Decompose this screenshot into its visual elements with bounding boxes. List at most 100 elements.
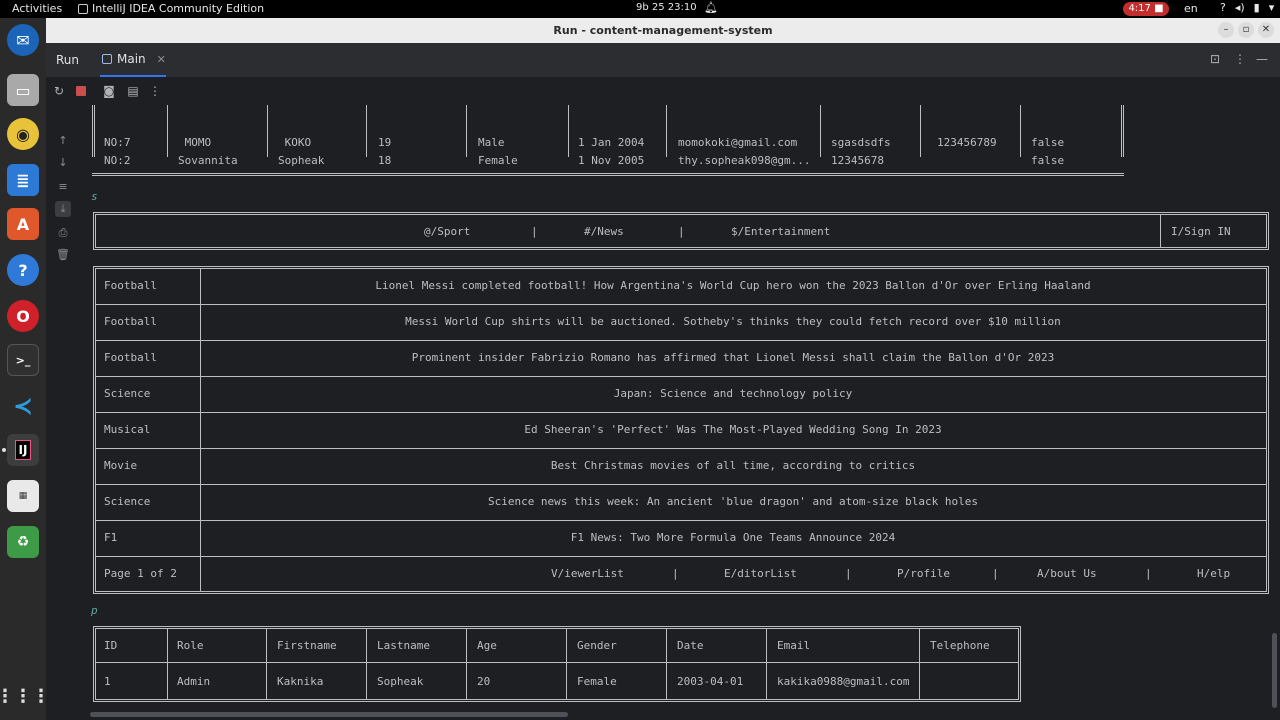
close-icon[interactable]: ✕ xyxy=(1258,22,1274,38)
cell-email: thy.sopheak098@gm... xyxy=(678,154,811,167)
table-border xyxy=(266,629,267,699)
help-icon[interactable]: ? xyxy=(7,254,39,286)
network-icon: ? xyxy=(1220,1,1226,14)
cell-email: momokoki@gmail.com xyxy=(678,136,798,149)
table-border xyxy=(92,105,93,157)
thunderbird-icon[interactable]: ✉ xyxy=(7,24,39,56)
table-border xyxy=(919,629,920,699)
table-border xyxy=(920,105,921,157)
vertical-scrollbar[interactable] xyxy=(1272,633,1277,708)
table-border xyxy=(92,175,1124,176)
news-category: F1 xyxy=(104,531,118,544)
tab-close-icon[interactable]: ✕ xyxy=(157,53,166,66)
table-border xyxy=(94,105,95,157)
menu-help: H/elp xyxy=(1197,567,1231,580)
input-language-indicator[interactable]: en xyxy=(1184,2,1198,15)
opera-icon[interactable]: O xyxy=(7,300,39,332)
news-category: Musical xyxy=(104,423,151,436)
column-header: ID xyxy=(104,639,118,652)
column-header: Email xyxy=(777,639,811,652)
clear-console-icon[interactable]: 🗑︎ xyxy=(55,247,71,263)
cell-lastname: Sopheak xyxy=(377,675,424,688)
column-header: Age xyxy=(477,639,497,652)
table-border xyxy=(167,629,168,699)
minimize-icon[interactable]: – xyxy=(1218,22,1234,38)
soft-wrap-icon[interactable]: ≡ xyxy=(55,179,71,195)
news-category: Football xyxy=(104,351,157,364)
horizontal-scrollbar[interactable] xyxy=(90,710,1270,718)
table-border xyxy=(1121,105,1122,157)
dump-threads-icon[interactable]: ▤ xyxy=(126,84,140,98)
sudoku-icon[interactable]: ▦ xyxy=(7,480,39,512)
stop-icon[interactable] xyxy=(76,86,86,96)
screen-recording-indicator[interactable]: 4:17 ■ xyxy=(1123,2,1169,16)
run-toolbar: ↻ ◙ ▤ ⋮ xyxy=(46,79,1280,105)
table-border xyxy=(766,629,767,699)
cell-age: 18 xyxy=(378,154,392,167)
cell-dob: 1 Jan 2004 xyxy=(578,136,645,149)
table-border xyxy=(366,105,367,157)
menu-separator: | xyxy=(992,567,999,580)
column-header: Gender xyxy=(577,639,617,652)
cell-lastname: KOKO xyxy=(278,136,312,149)
scroll-up-icon[interactable]: ↑ xyxy=(55,133,71,149)
window-title: Run - content-management-system xyxy=(553,24,773,37)
cell-role: Admin xyxy=(177,675,211,688)
more-actions-icon[interactable]: ⋮ xyxy=(148,84,162,98)
clock[interactable]: 9b 25 23:10 xyxy=(636,2,697,13)
activities-button[interactable]: Activities xyxy=(12,2,62,15)
recording-time: 4:17 xyxy=(1128,3,1151,14)
run-toolwindow-title: Run xyxy=(56,53,80,67)
software-center-icon[interactable]: A xyxy=(7,208,39,240)
hide-toolwindow-icon[interactable]: — xyxy=(1256,52,1268,66)
intellij-icon[interactable]: IJ xyxy=(7,434,39,466)
table-border xyxy=(1123,105,1124,157)
menu-about: A/bout Us xyxy=(1037,567,1097,580)
table-border xyxy=(1160,215,1161,247)
cell-gender: Male xyxy=(478,136,505,149)
news-title: Prominent insider Fabrizio Romano has af… xyxy=(411,351,1055,364)
writer-icon[interactable]: ≣ xyxy=(7,164,39,196)
table-border xyxy=(820,105,821,157)
app-menu[interactable]: IntelliJ IDEA Community Edition xyxy=(78,2,264,15)
news-title: Lionel Messi completed football! How Arg… xyxy=(375,279,1091,292)
menu-viewer-list: V/iewerList xyxy=(551,567,624,580)
pin-toolwindow-icon[interactable]: ⊡ xyxy=(1210,52,1220,66)
intellij-window: Run - content-management-system – ▫ ✕ Ru… xyxy=(46,18,1280,720)
table-border xyxy=(92,173,1124,174)
table-border xyxy=(96,520,1266,521)
files-icon[interactable]: ▭ xyxy=(7,74,39,106)
table-border xyxy=(1020,105,1021,157)
table-border xyxy=(96,448,1266,449)
show-apps-icon[interactable]: ⋮⋮⋮ xyxy=(0,680,50,712)
menu-separator: | xyxy=(678,225,685,238)
table-border xyxy=(96,412,1266,413)
run-config-icon xyxy=(102,54,112,64)
window-titlebar[interactable]: Run - content-management-system – ▫ ✕ xyxy=(46,18,1280,43)
tab-main-label: Main xyxy=(117,52,146,66)
scroll-to-end-icon[interactable]: ⤓ xyxy=(55,201,71,217)
terminal-icon[interactable]: >_ xyxy=(7,344,39,376)
scroll-down-icon[interactable]: ↓ xyxy=(55,155,71,171)
options-menu-icon[interactable]: ⋮ xyxy=(1234,52,1246,66)
cell-flag: false xyxy=(1031,154,1065,167)
menu-signin: I/Sign IN xyxy=(1171,225,1231,238)
rerun-icon[interactable]: ↻ xyxy=(52,84,66,98)
cell-dob: 1 Nov 2005 xyxy=(578,154,645,167)
news-title: Ed Sheeran's 'Perfect' Was The Most-Play… xyxy=(524,423,942,436)
cell-flag: false xyxy=(1031,136,1065,149)
rhythmbox-icon[interactable]: ◉ xyxy=(7,118,39,150)
maximize-icon[interactable]: ▫ xyxy=(1238,22,1254,38)
system-status-area[interactable]: ? ◂) ▮ ▾ xyxy=(1220,1,1274,14)
trash-icon[interactable]: ♻ xyxy=(7,526,39,558)
vscode-icon[interactable]: ≺ xyxy=(7,390,39,422)
table-border xyxy=(96,662,1018,663)
print-icon[interactable]: ⎙ xyxy=(55,225,71,241)
column-header: Date xyxy=(677,639,704,652)
horizontal-scrollbar-thumb[interactable] xyxy=(90,712,568,717)
tab-main[interactable]: Main ✕ xyxy=(100,43,166,77)
screenshot-icon[interactable]: ◙ xyxy=(102,84,116,98)
cell-id: NO:7 xyxy=(104,136,131,149)
console-output[interactable]: NO:7 MOMO KOKO 19 Male 1 Jan 2004 momoko… xyxy=(80,105,1280,705)
cell-gender: Female xyxy=(478,154,518,167)
